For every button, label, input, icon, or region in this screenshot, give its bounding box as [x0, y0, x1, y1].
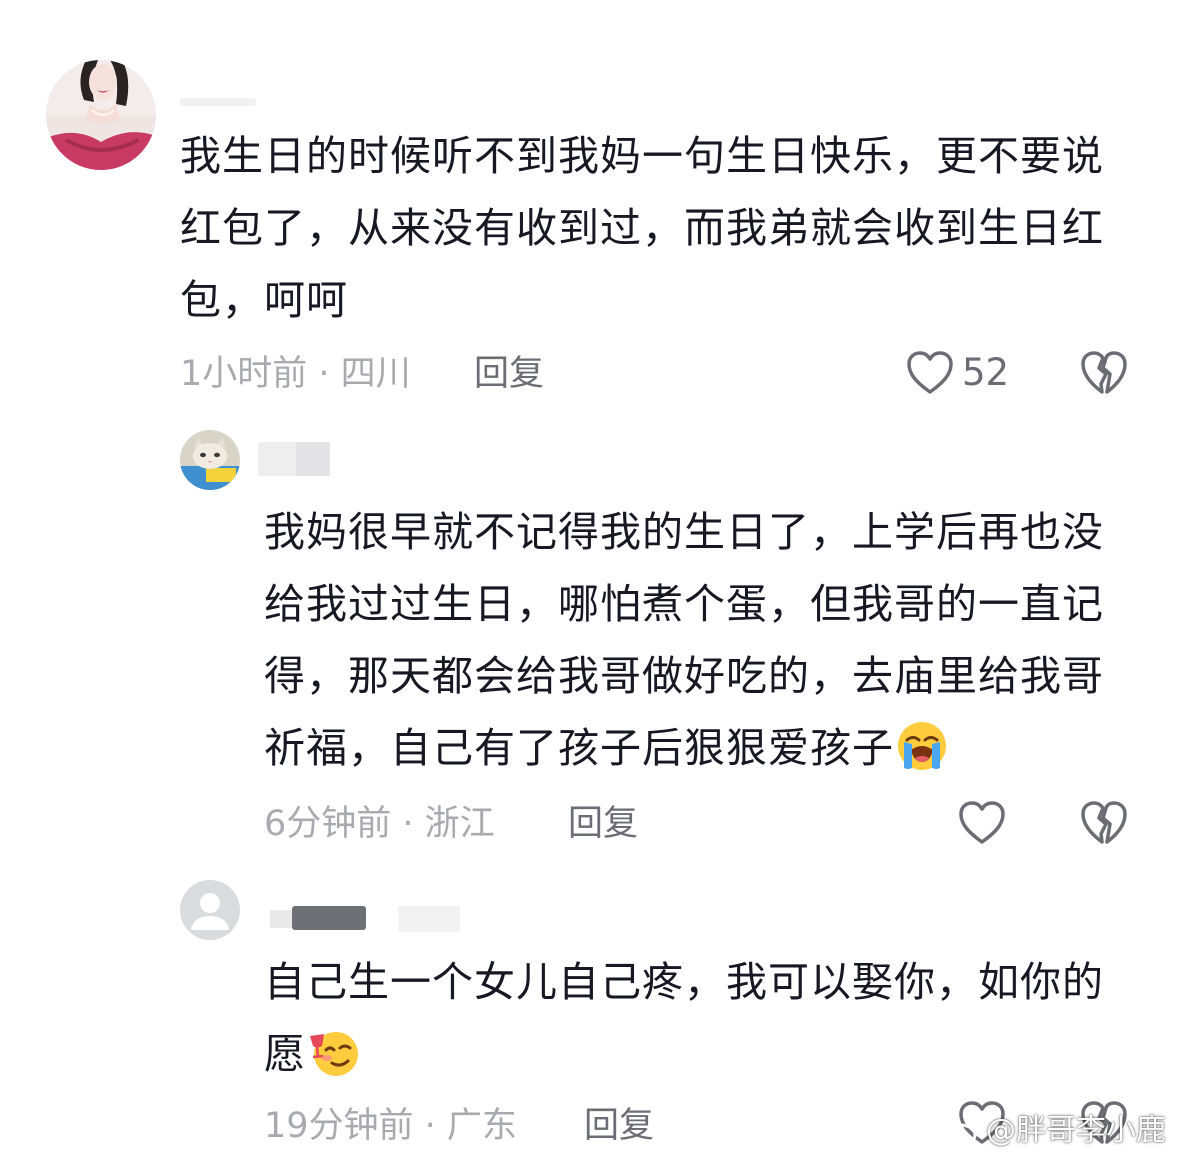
watermark-text: @胖哥李小鹿 — [986, 1113, 1166, 1148]
username[interactable] — [180, 98, 256, 106]
cat-avatar-image — [180, 430, 240, 490]
loudly-crying-face-icon — [896, 720, 948, 772]
username-blur-fade — [270, 910, 292, 928]
comment-text: 自己生一个女儿自己疼，我可以娶你，如你的愿 — [264, 946, 1124, 1090]
toasting-face-icon — [308, 1026, 360, 1078]
username[interactable] — [292, 906, 366, 930]
avatar[interactable] — [180, 430, 240, 490]
comment-text-content: 自己生一个女儿自己疼，我可以娶你，如你的愿 — [264, 958, 1104, 1078]
woman-avatar-image — [46, 60, 156, 170]
weibo-logo-icon — [942, 1115, 982, 1147]
comment-text-content: 我妈很早就不记得我的生日了，上学后再也没给我过过生日，哪怕煮个蛋，但我哥的一直记… — [264, 508, 1104, 772]
broken-heart-icon — [1080, 350, 1128, 396]
default-user-avatar-icon — [180, 880, 240, 940]
avatar[interactable] — [180, 880, 240, 940]
comment-text: 我妈很早就不记得我的生日了，上学后再也没给我过过生日，哪怕煮个蛋，但我哥的一直记… — [264, 496, 1124, 784]
comment-text: 我生日的时候听不到我妈一句生日快乐，更不要说红包了，从来没有收到过，而我弟就会收… — [180, 132, 1104, 324]
dislike-button[interactable] — [1080, 350, 1128, 396]
heart-outline-icon — [958, 800, 1006, 846]
reply-button[interactable]: 回复 — [474, 352, 544, 396]
watermark: @胖哥李小鹿 — [942, 1111, 1166, 1151]
comment-time-location: 19分钟前 · 广东 — [264, 1106, 517, 1146]
avatar[interactable] — [46, 60, 156, 170]
broken-heart-icon — [1080, 800, 1128, 846]
heart-outline-icon — [906, 350, 954, 396]
reply-button[interactable]: 回复 — [568, 802, 638, 846]
username-blur-fade — [398, 906, 460, 932]
dislike-button[interactable] — [1080, 800, 1128, 846]
comment-time-location: 6分钟前 · 浙江 — [264, 804, 495, 844]
like-button[interactable] — [958, 800, 1014, 846]
username-blur-highlight — [296, 442, 330, 476]
comment-time-location: 1小时前 · 四川 — [180, 354, 411, 394]
reply-button[interactable]: 回复 — [584, 1104, 654, 1148]
like-count: 52 — [962, 351, 1010, 394]
like-button[interactable]: 52 — [906, 350, 1009, 396]
